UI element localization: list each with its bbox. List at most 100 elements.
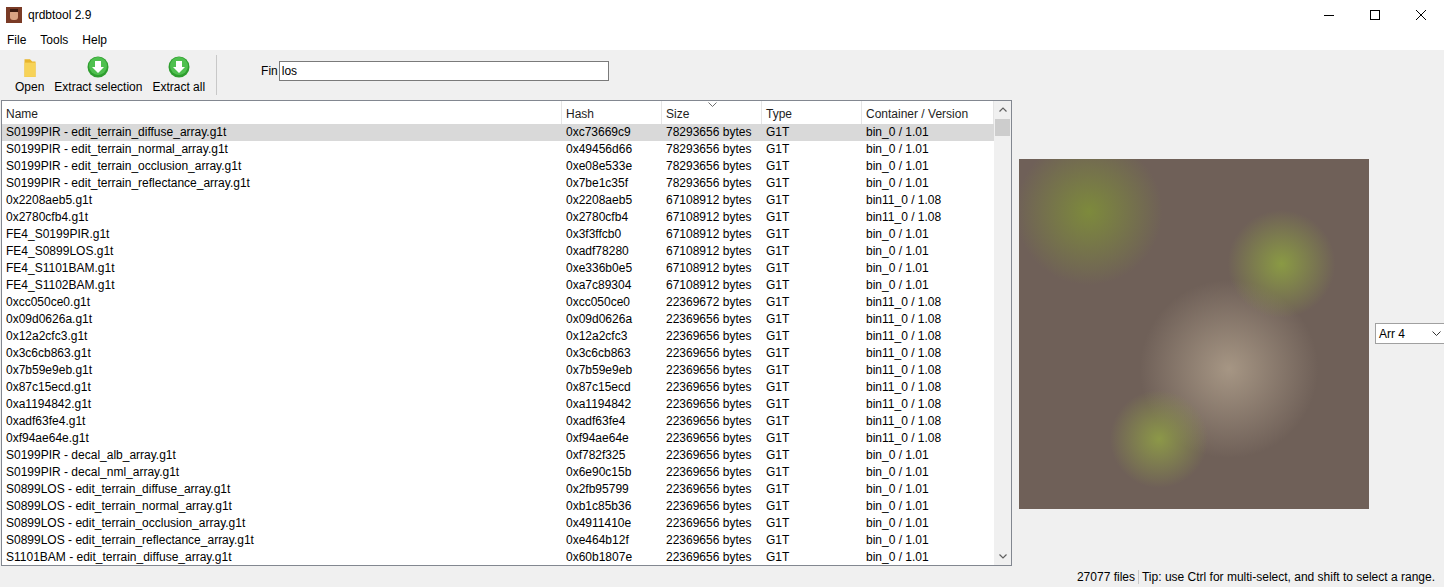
hash-cell: 0xf94ae64e <box>562 430 662 447</box>
table-header: NameHashSizeTypeContainer / Version <box>2 101 994 124</box>
type-cell: G1T <box>762 447 862 464</box>
name-cell: 0xa1194842.g1t <box>2 396 562 413</box>
column-header[interactable]: Container / Version <box>862 101 994 124</box>
container-cell: bin_0 / 1.01 <box>862 532 994 549</box>
container-cell: bin11_0 / 1.08 <box>862 413 994 430</box>
table-rows: S0199PIR - edit_terrain_diffuse_array.g1… <box>2 124 994 565</box>
type-cell: G1T <box>762 328 862 345</box>
type-cell: G1T <box>762 175 862 192</box>
container-cell: bin_0 / 1.01 <box>862 549 994 565</box>
name-cell: 0x2780cfb4.g1t <box>2 209 562 226</box>
toolbar-button[interactable]: Extract selection <box>49 54 147 96</box>
size-cell: 78293656 bytes <box>662 158 762 175</box>
name-cell: 0x3c6cb863.g1t <box>2 345 562 362</box>
toolbar-button[interactable]: Extract all <box>147 54 210 96</box>
table-row[interactable]: S0199PIR - edit_terrain_occlusion_array.… <box>2 158 994 175</box>
table-row[interactable]: FE4_S1102BAM.g1t0xa7c8930467108912 bytes… <box>2 277 994 294</box>
container-cell: bin_0 / 1.01 <box>862 243 994 260</box>
table-row[interactable]: S0899LOS - edit_terrain_occlusion_array.… <box>2 515 994 532</box>
chevron-down-icon <box>1432 331 1441 336</box>
minimize-button[interactable] <box>1306 0 1352 30</box>
table-row[interactable]: S0199PIR - edit_terrain_reflectance_arra… <box>2 175 994 192</box>
column-header[interactable]: Name <box>2 101 562 124</box>
table-row[interactable]: 0x12a2cfc3.g1t0x12a2cfc322369656 bytesG1… <box>2 328 994 345</box>
name-cell: FE4_S1101BAM.g1t <box>2 260 562 277</box>
container-cell: bin11_0 / 1.08 <box>862 396 994 413</box>
table-row[interactable]: 0xa1194842.g1t0xa119484222369656 bytesG1… <box>2 396 994 413</box>
table-row[interactable]: S0899LOS - edit_terrain_normal_array.g1t… <box>2 498 994 515</box>
table-row[interactable]: 0x7b59e9eb.g1t0x7b59e9eb22369656 bytesG1… <box>2 362 994 379</box>
table-row[interactable]: 0xcc050ce0.g1t0xcc050ce022369672 bytesG1… <box>2 294 994 311</box>
arrow-up-icon <box>999 107 1007 112</box>
table-row[interactable]: S0899LOS - edit_terrain_reflectance_arra… <box>2 532 994 549</box>
type-cell: G1T <box>762 141 862 158</box>
type-cell: G1T <box>762 362 862 379</box>
hash-cell: 0x12a2cfc3 <box>562 328 662 345</box>
find-input[interactable] <box>279 61 609 81</box>
array-dropdown[interactable]: Arr 4 <box>1375 323 1444 344</box>
type-cell: G1T <box>762 481 862 498</box>
table-row[interactable]: S0199PIR - decal_alb_array.g1t0xf782f325… <box>2 447 994 464</box>
hash-cell: 0x09d0626a <box>562 311 662 328</box>
toolbar-button[interactable]: Open <box>10 54 49 96</box>
hash-cell: 0x2780cfb4 <box>562 209 662 226</box>
table-row[interactable]: S0199PIR - edit_terrain_diffuse_array.g1… <box>2 124 994 141</box>
table-row[interactable]: 0x2780cfb4.g1t0x2780cfb467108912 bytesG1… <box>2 209 994 226</box>
size-cell: 78293656 bytes <box>662 175 762 192</box>
menu-item[interactable]: File <box>0 30 33 50</box>
table-row[interactable]: 0x3c6cb863.g1t0x3c6cb86322369656 bytesG1… <box>2 345 994 362</box>
type-cell: G1T <box>762 260 862 277</box>
scroll-up-button[interactable] <box>994 101 1011 118</box>
menu-item[interactable]: Tools <box>33 30 75 50</box>
table-row[interactable]: FE4_S0199PIR.g1t0x3f3ffcb067108912 bytes… <box>2 226 994 243</box>
hash-cell: 0xcc050ce0 <box>562 294 662 311</box>
hash-cell: 0xf782f325 <box>562 447 662 464</box>
hash-cell: 0xc73669c9 <box>562 124 662 141</box>
scroll-thumb[interactable] <box>995 119 1010 136</box>
scroll-down-button[interactable] <box>994 548 1011 565</box>
container-cell: bin_0 / 1.01 <box>862 124 994 141</box>
hash-cell: 0xadf63fe4 <box>562 413 662 430</box>
hash-cell: 0x4911410e <box>562 515 662 532</box>
name-cell: 0x2208aeb5.g1t <box>2 192 562 209</box>
container-cell: bin_0 / 1.01 <box>862 481 994 498</box>
table-row[interactable]: 0xadf63fe4.g1t0xadf63fe422369656 bytesG1… <box>2 413 994 430</box>
name-cell: 0x7b59e9eb.g1t <box>2 362 562 379</box>
hash-cell: 0xb1c85b36 <box>562 498 662 515</box>
column-header[interactable]: Hash <box>562 101 662 124</box>
table-row[interactable]: FE4_S1101BAM.g1t0xe336b0e567108912 bytes… <box>2 260 994 277</box>
app-window: qrdbtool 2.9FileToolsHelpOpenExtract sel… <box>0 0 1444 587</box>
name-cell: 0x12a2cfc3.g1t <box>2 328 562 345</box>
container-cell: bin_0 / 1.01 <box>862 515 994 532</box>
table-row[interactable]: 0x09d0626a.g1t0x09d0626a22369656 bytesG1… <box>2 311 994 328</box>
table-row[interactable]: 0x2208aeb5.g1t0x2208aeb567108912 bytesG1… <box>2 192 994 209</box>
column-header[interactable]: Size <box>662 101 762 124</box>
name-cell: S0199PIR - edit_terrain_occlusion_array.… <box>2 158 562 175</box>
table-row[interactable]: S0899LOS - edit_terrain_diffuse_array.g1… <box>2 481 994 498</box>
table-row[interactable]: 0xf94ae64e.g1t0xf94ae64e22369656 bytesG1… <box>2 430 994 447</box>
table-row[interactable]: FE4_S0899LOS.g1t0xadf7828067108912 bytes… <box>2 243 994 260</box>
main-area: NameHashSizeTypeContainer / VersionS0199… <box>0 99 1444 567</box>
hash-cell: 0x3f3ffcb0 <box>562 226 662 243</box>
table-row[interactable]: S1101BAM - edit_terrain_diffuse_array.g1… <box>2 549 994 565</box>
hash-cell: 0x49456d66 <box>562 141 662 158</box>
column-header[interactable]: Type <box>762 101 862 124</box>
size-cell: 22369656 bytes <box>662 379 762 396</box>
menu-item[interactable]: Help <box>75 30 114 50</box>
scroll-track <box>994 118 1011 548</box>
toolbar: OpenExtract selectionExtract allFin <box>0 50 1444 99</box>
table-row[interactable]: S0199PIR - edit_terrain_normal_array.g1t… <box>2 141 994 158</box>
maximize-button[interactable] <box>1352 0 1398 30</box>
vertical-scrollbar[interactable] <box>994 101 1011 565</box>
table-row[interactable]: 0x87c15ecd.g1t0x87c15ecd22369656 bytesG1… <box>2 379 994 396</box>
type-cell: G1T <box>762 498 862 515</box>
name-cell: S0199PIR - decal_nml_array.g1t <box>2 464 562 481</box>
name-cell: S0199PIR - edit_terrain_diffuse_array.g1… <box>2 124 562 141</box>
table-body: NameHashSizeTypeContainer / VersionS0199… <box>2 101 994 565</box>
hash-cell: 0x7b59e9eb <box>562 362 662 379</box>
type-cell: G1T <box>762 277 862 294</box>
menu-bar: FileToolsHelp <box>0 30 1444 50</box>
container-cell: bin11_0 / 1.08 <box>862 362 994 379</box>
close-button[interactable] <box>1398 0 1444 30</box>
table-row[interactable]: S0199PIR - decal_nml_array.g1t0x6e90c15b… <box>2 464 994 481</box>
